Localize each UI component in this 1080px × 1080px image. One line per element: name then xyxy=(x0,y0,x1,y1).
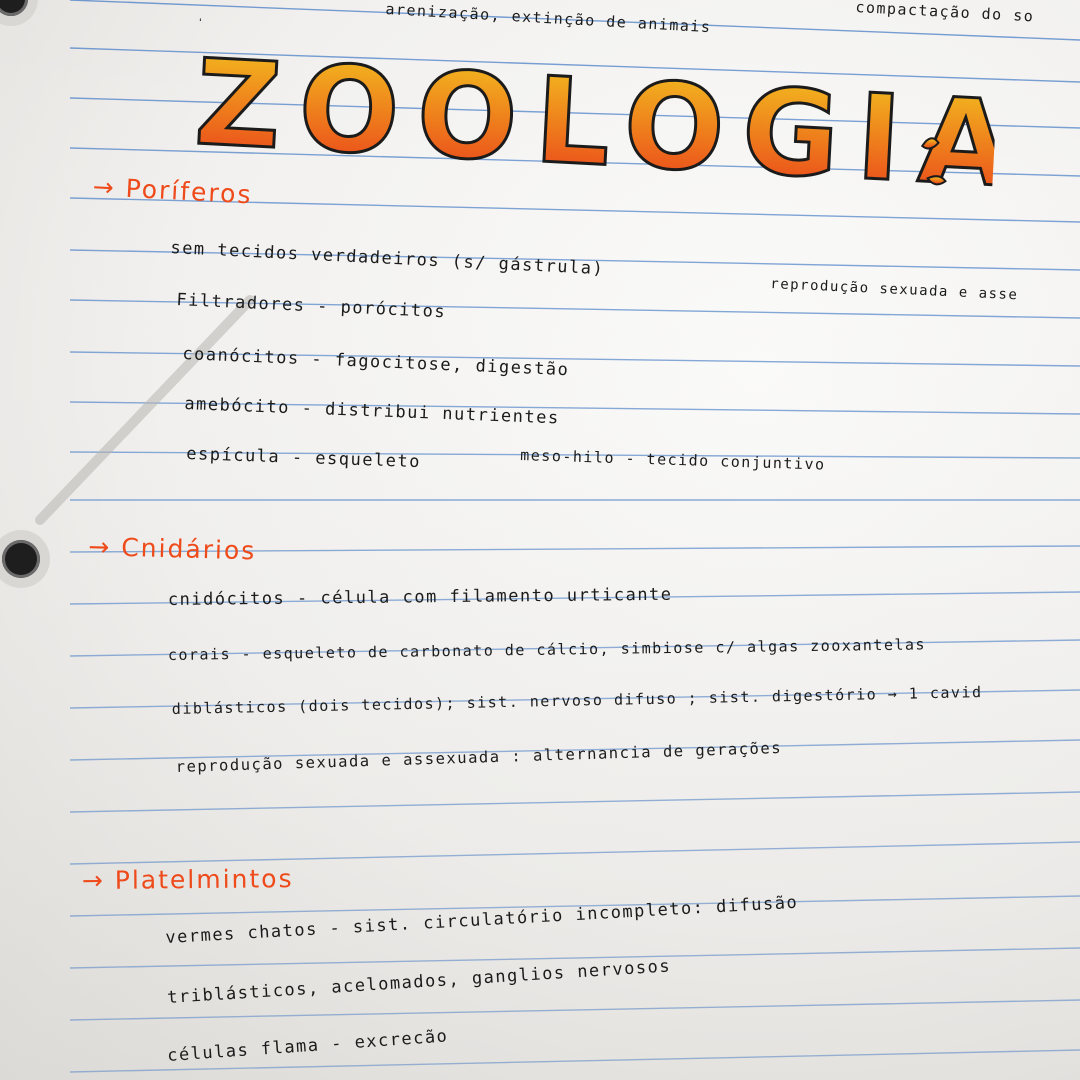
notebook-photo: ZOOLOGIA arenização, extinção de animais… xyxy=(0,0,1080,1080)
page-title: ZOOLOGIA xyxy=(192,33,999,214)
binder-hole-middle xyxy=(2,540,40,578)
